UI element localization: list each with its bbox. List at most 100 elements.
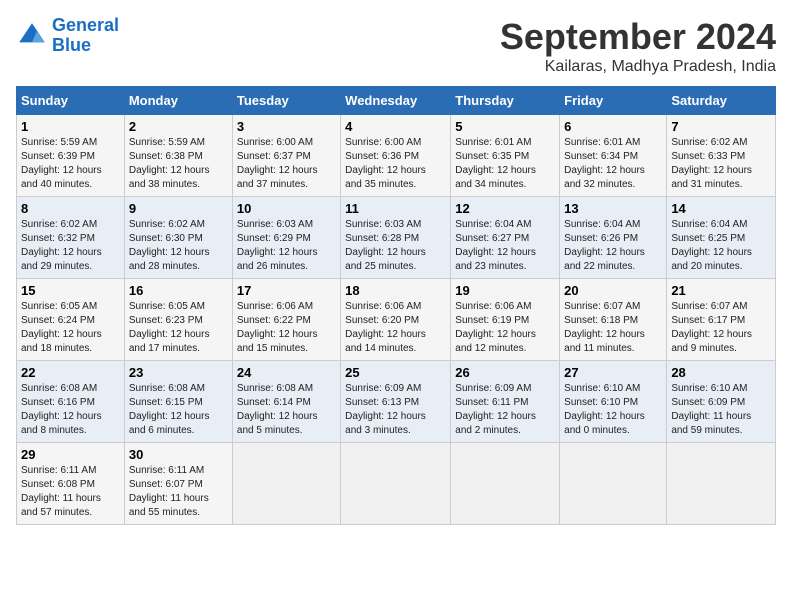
day-cell: 18 Sunrise: 6:06 AM Sunset: 6:20 PM Dayli… [341,279,451,361]
day-info: Sunrise: 5:59 AM Sunset: 6:38 PM Dayligh… [129,136,228,192]
week-row-5: 29Sunrise: 6:11 AM Sunset: 6:08 PM Dayli… [17,443,776,525]
header-cell-thursday: Thursday [451,87,560,115]
header-cell-wednesday: Wednesday [341,87,451,115]
day-number: 25 [345,365,446,380]
location-title: Kailaras, Madhya Pradesh, India [500,58,776,76]
week-row-2: 8 Sunrise: 6:02 AM Sunset: 6:32 PM Daylig… [17,197,776,279]
day-number: 8 [21,201,120,216]
day-info: Sunrise: 6:04 AM Sunset: 6:25 PM Dayligh… [671,218,771,274]
day-number: 12 [455,201,555,216]
day-cell: 16 Sunrise: 6:05 AM Sunset: 6:23 PM Dayli… [124,279,232,361]
day-info: Sunrise: 6:01 AM Sunset: 6:35 PM Dayligh… [455,136,555,192]
day-cell: 30 Sunrise: 6:11 AM Sunset: 6:07 PM Dayli… [124,443,232,525]
month-title: September 2024 [500,16,776,58]
day-cell: 23 Sunrise: 6:08 AM Sunset: 6:15 PM Dayli… [124,361,232,443]
day-cell: 29Sunrise: 6:11 AM Sunset: 6:08 PM Dayli… [17,443,125,525]
day-number: 28 [671,365,771,380]
day-number: 4 [345,119,446,134]
day-cell: 8 Sunrise: 6:02 AM Sunset: 6:32 PM Daylig… [17,197,125,279]
day-cell: 12 Sunrise: 6:04 AM Sunset: 6:27 PM Dayli… [451,197,560,279]
day-info: Sunrise: 6:02 AM Sunset: 6:32 PM Dayligh… [21,218,120,274]
day-cell: 15Sunrise: 6:05 AM Sunset: 6:24 PM Dayli… [17,279,125,361]
day-number: 5 [455,119,555,134]
header-cell-sunday: Sunday [17,87,125,115]
day-number: 11 [345,201,446,216]
day-number: 19 [455,283,555,298]
day-number: 6 [564,119,662,134]
day-info: Sunrise: 6:10 AM Sunset: 6:10 PM Dayligh… [564,382,662,438]
day-cell: 7 Sunrise: 6:02 AM Sunset: 6:33 PM Daylig… [667,115,776,197]
day-info: Sunrise: 6:10 AM Sunset: 6:09 PM Dayligh… [671,382,771,438]
day-cell [232,443,340,525]
day-info: Sunrise: 6:02 AM Sunset: 6:33 PM Dayligh… [671,136,771,192]
day-info: Sunrise: 6:00 AM Sunset: 6:36 PM Dayligh… [345,136,446,192]
logo: General Blue [16,16,119,56]
week-row-1: 1Sunrise: 5:59 AM Sunset: 6:39 PM Daylig… [17,115,776,197]
day-info: Sunrise: 6:08 AM Sunset: 6:15 PM Dayligh… [129,382,228,438]
day-cell: 13Sunrise: 6:04 AM Sunset: 6:26 PM Dayli… [560,197,667,279]
header-cell-tuesday: Tuesday [232,87,340,115]
day-cell: 4 Sunrise: 6:00 AM Sunset: 6:36 PM Daylig… [341,115,451,197]
day-number: 18 [345,283,446,298]
day-number: 26 [455,365,555,380]
day-number: 7 [671,119,771,134]
header-row: SundayMondayTuesdayWednesdayThursdayFrid… [17,87,776,115]
day-info: Sunrise: 6:03 AM Sunset: 6:28 PM Dayligh… [345,218,446,274]
day-number: 20 [564,283,662,298]
day-number: 9 [129,201,228,216]
day-info: Sunrise: 6:07 AM Sunset: 6:17 PM Dayligh… [671,300,771,356]
day-info: Sunrise: 6:09 AM Sunset: 6:13 PM Dayligh… [345,382,446,438]
day-number: 22 [21,365,120,380]
day-info: Sunrise: 6:08 AM Sunset: 6:16 PM Dayligh… [21,382,120,438]
day-cell: 25 Sunrise: 6:09 AM Sunset: 6:13 PM Dayli… [341,361,451,443]
day-cell: 17Sunrise: 6:06 AM Sunset: 6:22 PM Dayli… [232,279,340,361]
day-number: 23 [129,365,228,380]
day-info: Sunrise: 6:11 AM Sunset: 6:07 PM Dayligh… [129,464,228,520]
day-cell: 21 Sunrise: 6:07 AM Sunset: 6:17 PM Dayli… [667,279,776,361]
logo-line2: Blue [52,35,91,55]
title-area: September 2024 Kailaras, Madhya Pradesh,… [500,16,776,76]
day-cell: 1Sunrise: 5:59 AM Sunset: 6:39 PM Daylig… [17,115,125,197]
day-info: Sunrise: 6:08 AM Sunset: 6:14 PM Dayligh… [237,382,336,438]
day-info: Sunrise: 6:06 AM Sunset: 6:20 PM Dayligh… [345,300,446,356]
day-number: 16 [129,283,228,298]
day-number: 2 [129,119,228,134]
day-cell: 20Sunrise: 6:07 AM Sunset: 6:18 PM Dayli… [560,279,667,361]
day-cell [451,443,560,525]
day-cell: 28 Sunrise: 6:10 AM Sunset: 6:09 PM Dayli… [667,361,776,443]
day-info: Sunrise: 6:00 AM Sunset: 6:37 PM Dayligh… [237,136,336,192]
header: General Blue September 2024 Kailaras, Ma… [16,16,776,76]
logo-text: General Blue [52,16,119,56]
day-info: Sunrise: 6:04 AM Sunset: 6:26 PM Dayligh… [564,218,662,274]
day-number: 10 [237,201,336,216]
logo-line1: General [52,15,119,35]
day-cell: 2 Sunrise: 5:59 AM Sunset: 6:38 PM Daylig… [124,115,232,197]
day-info: Sunrise: 6:04 AM Sunset: 6:27 PM Dayligh… [455,218,555,274]
day-cell: 14 Sunrise: 6:04 AM Sunset: 6:25 PM Dayli… [667,197,776,279]
day-number: 3 [237,119,336,134]
day-info: Sunrise: 6:01 AM Sunset: 6:34 PM Dayligh… [564,136,662,192]
day-cell: 11 Sunrise: 6:03 AM Sunset: 6:28 PM Dayli… [341,197,451,279]
day-number: 21 [671,283,771,298]
day-info: Sunrise: 6:11 AM Sunset: 6:08 PM Dayligh… [21,464,120,520]
day-number: 15 [21,283,120,298]
header-cell-saturday: Saturday [667,87,776,115]
week-row-3: 15Sunrise: 6:05 AM Sunset: 6:24 PM Dayli… [17,279,776,361]
day-cell: 26Sunrise: 6:09 AM Sunset: 6:11 PM Dayli… [451,361,560,443]
day-number: 30 [129,447,228,462]
day-cell [560,443,667,525]
day-cell: 27 Sunrise: 6:10 AM Sunset: 6:10 PM Dayli… [560,361,667,443]
day-cell: 19Sunrise: 6:06 AM Sunset: 6:19 PM Dayli… [451,279,560,361]
calendar-header: SundayMondayTuesdayWednesdayThursdayFrid… [17,87,776,115]
day-info: Sunrise: 6:03 AM Sunset: 6:29 PM Dayligh… [237,218,336,274]
day-cell: 3 Sunrise: 6:00 AM Sunset: 6:37 PM Daylig… [232,115,340,197]
day-cell [667,443,776,525]
header-cell-friday: Friday [560,87,667,115]
day-cell [341,443,451,525]
header-cell-monday: Monday [124,87,232,115]
day-number: 27 [564,365,662,380]
day-info: Sunrise: 6:05 AM Sunset: 6:23 PM Dayligh… [129,300,228,356]
logo-icon [16,20,48,52]
day-cell: 9Sunrise: 6:02 AM Sunset: 6:30 PM Daylig… [124,197,232,279]
day-number: 14 [671,201,771,216]
